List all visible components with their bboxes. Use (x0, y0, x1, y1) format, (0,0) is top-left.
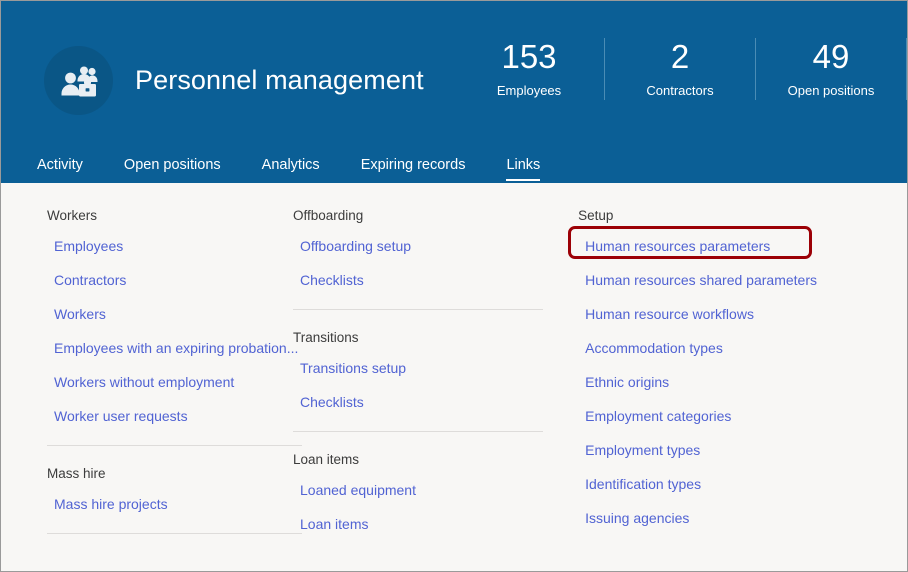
stat-label: Employees (496, 83, 562, 98)
header-top-row: Personnel management 153 Employees 2 Con… (1, 1, 907, 145)
link-human-resources-parameters[interactable]: Human resources parameters (585, 237, 770, 256)
group-title: Mass hire (47, 466, 106, 481)
link-accommodation-types[interactable]: Accommodation types (585, 339, 907, 358)
link-workers[interactable]: Workers (54, 305, 279, 324)
group-divider (47, 445, 302, 446)
stat-value: 153 (501, 38, 557, 75)
group-transitions: Transitions Transitions setup Checklists (293, 329, 560, 412)
group-setup: Setup Human resources parameters Human r… (568, 207, 907, 547)
group-title: Offboarding (293, 208, 364, 223)
group-offboarding: Offboarding Offboarding setup Checklists (293, 207, 560, 290)
group-title: Transitions (293, 330, 359, 345)
group-divider (293, 431, 543, 432)
stat-open-positions[interactable]: 49 Open positions (755, 38, 907, 100)
links-column-2: Offboarding Offboarding setup Checklists… (279, 207, 560, 534)
brand: Personnel management (44, 46, 424, 115)
group-title: Loan items (293, 452, 360, 467)
stat-contractors[interactable]: 2 Contractors (604, 38, 755, 100)
tab-analytics[interactable]: Analytics (262, 156, 320, 183)
link-issuing-agencies[interactable]: Issuing agencies (585, 509, 907, 528)
link-employment-categories[interactable]: Employment categories (585, 407, 907, 426)
link-loaned-equipment[interactable]: Loaned equipment (300, 481, 560, 500)
stat-employees[interactable]: 153 Employees (454, 38, 604, 100)
group-mass-hire: Mass hire Mass hire projects (47, 465, 279, 514)
group-loan-items: Loan items Loaned equipment Loan items (293, 451, 560, 534)
link-human-resources-shared-parameters[interactable]: Human resources shared parameters (585, 271, 907, 290)
link-contractors[interactable]: Contractors (54, 271, 279, 290)
page-title: Personnel management (135, 65, 424, 95)
links-panel: Workers Employees Contractors Workers Em… (1, 183, 907, 571)
group-divider (47, 533, 302, 534)
tab-links[interactable]: Links (506, 156, 540, 183)
link-offboarding-setup[interactable]: Offboarding setup (300, 237, 560, 256)
link-identification-types[interactable]: Identification types (585, 475, 907, 494)
link-worker-user-requests[interactable]: Worker user requests (54, 407, 279, 426)
stat-label: Contractors (646, 83, 714, 98)
stat-value: 2 (670, 38, 690, 75)
stat-value: 49 (812, 38, 850, 75)
tab-expiring-records[interactable]: Expiring records (361, 156, 466, 183)
tab-activity[interactable]: Activity (37, 156, 83, 183)
page-header: Personnel management 153 Employees 2 Con… (1, 1, 907, 183)
link-transitions-checklists[interactable]: Checklists (300, 393, 560, 412)
link-loan-items[interactable]: Loan items (300, 515, 560, 534)
tab-open-positions[interactable]: Open positions (124, 156, 221, 183)
group-workers: Workers Employees Contractors Workers Em… (47, 207, 298, 426)
header-stats: 153 Employees 2 Contractors 49 Open posi… (454, 38, 907, 100)
link-employees[interactable]: Employees (54, 237, 279, 256)
link-offboarding-checklists[interactable]: Checklists (300, 271, 560, 290)
links-column-3: Setup Human resources parameters Human r… (560, 207, 907, 547)
links-columns: Workers Employees Contractors Workers Em… (1, 207, 907, 553)
link-workers-without-employment[interactable]: Workers without employment (54, 373, 279, 392)
link-employees-expiring-probation[interactable]: Employees with an expiring probation... (54, 339, 298, 358)
group-title: Setup (578, 208, 614, 223)
highlighted-link-wrapper: Human resources parameters (568, 226, 813, 271)
clipped-link-row: Job types (578, 543, 907, 547)
tab-bar: Activity Open positions Analytics Expiri… (1, 145, 907, 183)
group-title: Workers (47, 208, 98, 223)
link-mass-hire-projects[interactable]: Mass hire projects (54, 495, 279, 514)
link-ethnic-origins[interactable]: Ethnic origins (585, 373, 907, 392)
stat-label: Open positions (787, 83, 875, 98)
links-column-1: Workers Employees Contractors Workers Em… (1, 207, 302, 553)
link-job-types[interactable]: Job types (585, 543, 907, 547)
people-briefcase-icon (44, 46, 113, 115)
link-transitions-setup[interactable]: Transitions setup (300, 359, 560, 378)
group-divider (293, 309, 543, 310)
link-human-resource-workflows[interactable]: Human resource workflows (585, 305, 907, 324)
link-employment-types[interactable]: Employment types (585, 441, 907, 460)
personnel-management-workspace: Personnel management 153 Employees 2 Con… (0, 0, 908, 572)
